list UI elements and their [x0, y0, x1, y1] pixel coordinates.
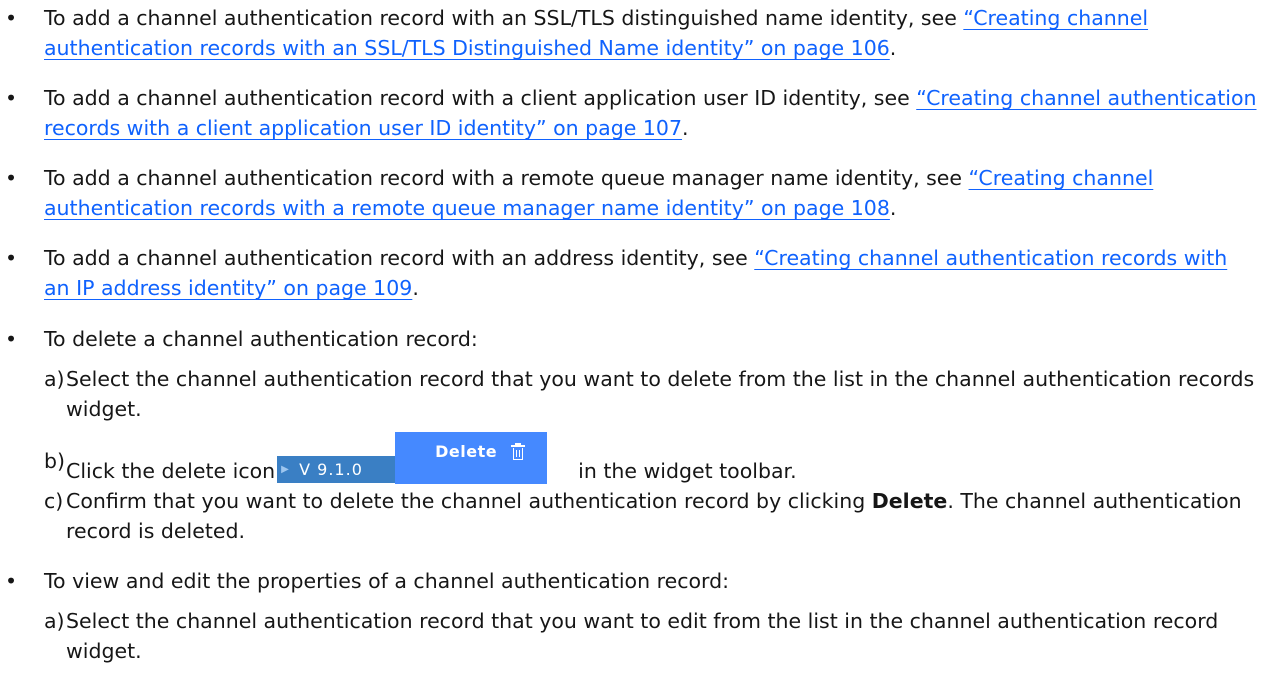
step-text: Confirm that you want to delete the chan… — [66, 486, 1271, 546]
bullet-text-after: . — [889, 36, 897, 60]
bullet-symbol: • — [4, 246, 18, 270]
document-page: • To add a channel authentication record… — [0, 0, 1281, 677]
bullet-text-after: . — [682, 116, 689, 140]
step-letter: a) — [44, 367, 65, 391]
step-text: Select the channel authentication record… — [66, 609, 1219, 663]
step-text-before: Click the delete icon — [66, 459, 276, 483]
bullet-text: To add a channel authentication record w… — [44, 243, 1259, 303]
bullet-text: To add a channel authentication record w… — [44, 83, 1259, 143]
bullet-symbol: • — [4, 166, 18, 190]
bullet-text-before: To add a channel authentication record w… — [44, 6, 964, 30]
version-badge: ▶ V 9.1.0 — [277, 456, 396, 483]
delete-button[interactable]: Delete — [395, 432, 548, 484]
delete-emphasis: Delete — [871, 489, 948, 513]
step-text: Select the channel authentication record… — [66, 367, 1255, 421]
bullet-symbol: • — [4, 327, 18, 351]
step-text-after: in the widget toolbar. — [578, 459, 797, 483]
play-arrow-icon: ▶ — [281, 464, 289, 475]
bullet-text-after: . — [412, 276, 419, 300]
bullet-text: To add a channel authentication record w… — [44, 163, 1259, 223]
bullet-text: To view and edit the properties of a cha… — [44, 569, 729, 593]
step-text-before: Confirm that you want to delete the chan… — [66, 489, 872, 513]
bullet-symbol: • — [4, 6, 18, 30]
step-letter: c) — [44, 489, 64, 513]
bullet-symbol: • — [4, 86, 18, 110]
bullet-text-before: To add a channel authentication record w… — [44, 166, 969, 190]
bullet-text: To delete a channel authentication recor… — [44, 327, 478, 351]
step-letter: a) — [44, 609, 65, 633]
bullet-text-after: . — [889, 196, 897, 220]
step-text: Click the delete icon ▶ V 9.1.0 Delete in th… — [66, 432, 1271, 486]
trash-icon — [511, 443, 526, 461]
bullet-text-before: To add a channel authentication record w… — [44, 86, 917, 110]
step-letter: b) — [44, 449, 66, 473]
toolbar-image: ▶ V 9.1.0 Delete — [277, 432, 572, 484]
bullet-symbol: • — [4, 569, 18, 593]
delete-button-label: Delete — [435, 442, 498, 461]
bullet-text-before: To add a channel authentication record w… — [44, 246, 755, 270]
version-badge-label: V 9.1.0 — [299, 460, 363, 479]
bullet-text: To add a channel authentication record w… — [44, 3, 1259, 63]
